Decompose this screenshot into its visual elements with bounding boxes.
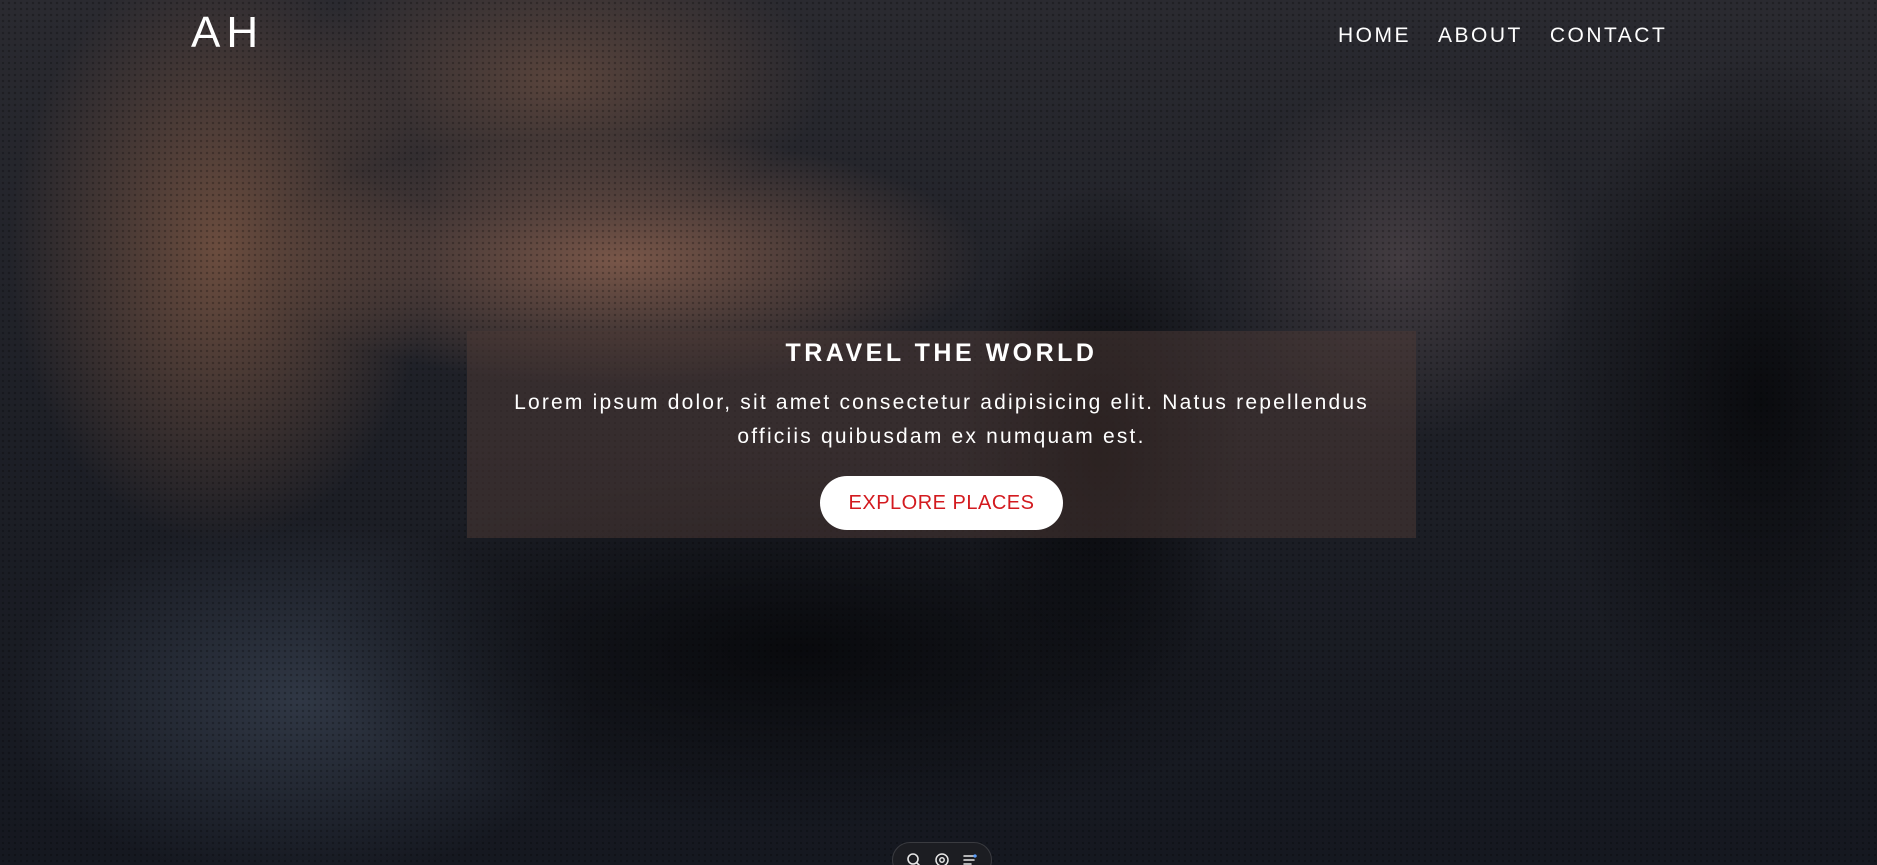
floating-toolbar (892, 842, 992, 865)
settings-icon[interactable] (933, 851, 951, 865)
nav-about-link[interactable]: ABOUT (1438, 24, 1523, 48)
hero-title: TRAVEL THE WORLD (785, 339, 1098, 367)
hero-section: AH HOME ABOUT CONTACT TRAVEL THE WORLD L… (0, 0, 1877, 865)
filter-icon[interactable] (961, 851, 979, 865)
nav-contact-link[interactable]: CONTACT (1550, 24, 1667, 48)
site-logo[interactable]: AH (191, 8, 264, 58)
nav-home-link[interactable]: HOME (1338, 24, 1411, 48)
search-icon[interactable] (905, 851, 923, 865)
explore-places-button[interactable]: EXPLORE PLACES (820, 476, 1063, 530)
hero-content: TRAVEL THE WORLD Lorem ipsum dolor, sit … (467, 331, 1416, 530)
main-nav: HOME ABOUT CONTACT (1338, 24, 1694, 48)
hero-description: Lorem ipsum dolor, sit amet consectetur … (514, 391, 1369, 448)
